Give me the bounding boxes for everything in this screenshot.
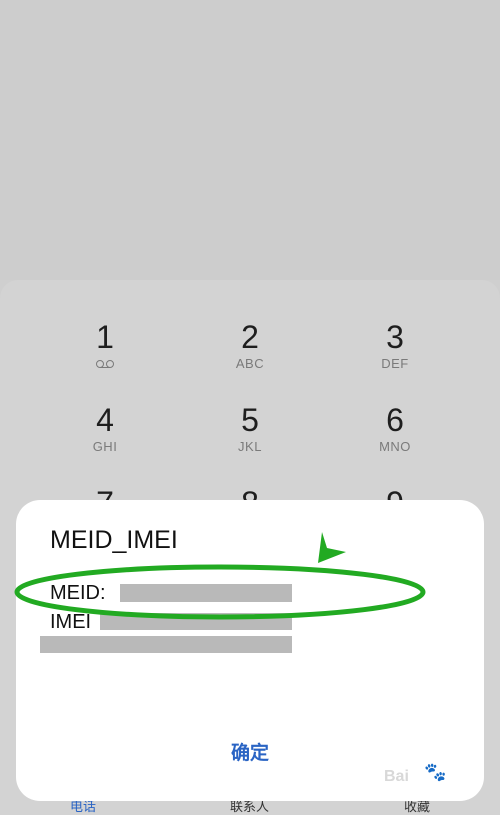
paw-icon: 🐾 [424,762,447,782]
key-letters: GHI [92,439,118,454]
dial-key-4[interactable]: 4 GHI [45,403,165,455]
dial-key-2[interactable]: 2 ABC [190,320,310,372]
key-letters: MNO [379,439,411,454]
imei-value-redacted [100,613,292,630]
dial-key-3[interactable]: 3 DEF [335,320,455,372]
dialog-title: MEID_IMEI [50,526,178,554]
key-digit: 1 [96,319,114,355]
status-area [0,0,500,280]
key-digit: 2 [241,319,259,355]
key-digit: 3 [386,319,404,355]
watermark-text: Bai [384,768,409,785]
confirm-button[interactable]: 确定 [16,738,484,765]
key-letters: DEF [381,356,409,371]
meid-value-redacted [120,584,292,602]
key-digit: 6 [386,402,404,438]
key-letters: ABC [235,356,265,371]
watermark: Bai 🐾 [384,762,484,792]
meid-label: MEID: [50,582,106,604]
voicemail-icon [96,360,114,368]
dial-key-5[interactable]: 5 JKL [190,403,310,455]
dial-key-6[interactable]: 6 MNO [335,403,455,455]
imei-label: IMEI [50,611,92,633]
imei-value-redacted-2 [40,636,292,653]
key-digit: 4 [96,402,114,438]
meid-imei-dialog: MEID_IMEI MEID: IMEI 确定 [16,500,484,801]
dial-key-1[interactable]: 1 [45,320,165,372]
key-digit: 5 [241,402,259,438]
key-letters: JKL [238,439,262,454]
